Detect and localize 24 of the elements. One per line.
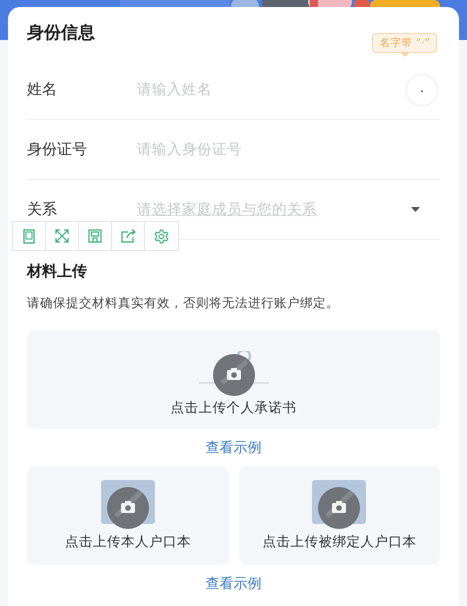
example-link[interactable]: 查看示例 <box>206 575 262 593</box>
upload-card[interactable]: 点击上传本人户口本 <box>27 466 228 565</box>
upload-label: 点击上传被绑定人户口本 <box>262 533 416 551</box>
tablet-icon <box>23 228 35 244</box>
save-icon <box>88 229 102 243</box>
upload-label: 点击上传个人承诺书 <box>170 399 296 417</box>
caret-icon <box>411 207 420 212</box>
upload-card[interactable]: 点击上传被绑定人户口本 <box>238 466 440 565</box>
camera-icon <box>198 351 268 397</box>
notice-text: 请确保提交材料真实有效，否则将无法进行账户绑定。 <box>27 295 340 312</box>
expand-icon <box>55 229 69 243</box>
example-link[interactable]: 查看示例 <box>206 439 262 457</box>
camera-icon <box>98 480 157 530</box>
section-title: 材料上传 <box>27 262 88 281</box>
settings-icon <box>154 228 169 244</box>
share-icon <box>120 229 136 243</box>
upload-card[interactable]: 点击上传个人承诺书 <box>27 330 440 429</box>
section-title: 身份信息 <box>27 22 95 45</box>
field-label: 姓名 <box>27 80 58 99</box>
field-label: 关系 <box>27 200 58 219</box>
field-label: 身份证号 <box>27 140 88 159</box>
camera-icon <box>310 480 368 530</box>
dot-button[interactable]: · <box>407 74 437 104</box>
upload-label: 点击上传本人户口本 <box>64 533 191 551</box>
